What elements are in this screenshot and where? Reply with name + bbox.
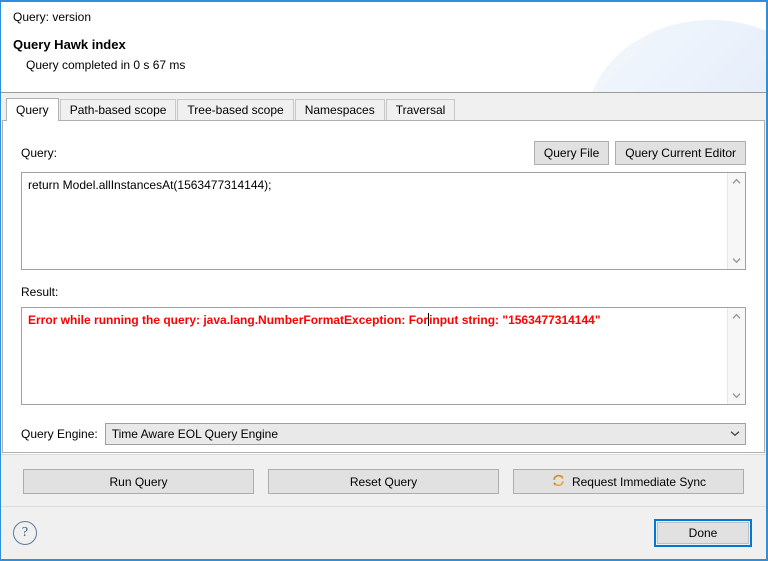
scroll-up-icon[interactable] [728,308,745,325]
done-button-focus-ring: Done [654,518,752,547]
result-error-text-after-caret: input string: "1563477314144" [429,313,601,327]
scroll-down-icon[interactable] [728,252,745,269]
result-output[interactable]: Error while running the query: java.lang… [21,307,746,405]
help-icon[interactable]: ? [13,520,37,545]
sync-icon [551,473,566,491]
query-header-row: Query: Query File Query Current Editor [21,121,746,165]
dialog-footer: ? Done [1,506,766,559]
tab-traversal[interactable]: Traversal [385,99,456,121]
done-button[interactable]: Done [657,521,749,544]
scroll-down-icon[interactable] [728,387,745,404]
page-title: Query Hawk index [13,37,126,52]
scroll-up-icon[interactable] [728,173,745,190]
request-sync-label: Request Immediate Sync [571,474,707,489]
tab-path-based-scope[interactable]: Path-based scope [59,99,177,121]
result-output-scrollbar[interactable] [727,308,745,404]
query-hawk-dialog: Query: version Query Hawk index Query co… [0,0,768,561]
query-input[interactable]: return Model.allInstancesAt(156347731414… [21,172,746,270]
query-engine-row: Query Engine: Time Aware EOL Query Engin… [21,405,746,445]
tab-traversal-label: Traversal [395,103,446,117]
tab-path-based-scope-label: Path-based scope [69,103,167,117]
query-source-buttons: Query File Query Current Editor [533,141,746,165]
chevron-down-icon [725,429,745,439]
tab-namespaces[interactable]: Namespaces [294,99,385,121]
query-input-scrollbar[interactable] [727,173,745,269]
tab-tree-based-scope[interactable]: Tree-based scope [177,99,294,121]
run-query-label: Run Query [109,474,168,489]
query-current-editor-button[interactable]: Query Current Editor [615,141,746,165]
status-text: Query completed in 0 s 67 ms [26,58,186,72]
tab-folder: Query Path-based scope Tree-based scope … [1,93,766,121]
query-label: Query: [21,146,58,160]
result-error-text-before-caret: Error while running the query: java.lang… [28,313,429,327]
footer-separator [1,506,766,507]
tab-namespaces-label: Namespaces [304,103,375,117]
query-engine-select[interactable]: Time Aware EOL Query Engine [104,423,746,445]
tab-query[interactable]: Query [6,98,59,121]
run-query-button[interactable]: Run Query [23,469,254,494]
tab-tree-based-scope-label: Tree-based scope [187,103,284,117]
query-input-text: return Model.allInstancesAt(156347731414… [28,178,272,192]
tab-query-label: Query [16,103,49,117]
tab-strip: Query Path-based scope Tree-based scope … [1,98,766,121]
result-label: Result: [21,285,59,299]
query-engine-selected-value: Time Aware EOL Query Engine [111,427,279,441]
query-file-button[interactable]: Query File [533,141,610,165]
query-engine-label: Query Engine: [21,427,98,441]
request-immediate-sync-button[interactable]: Request Immediate Sync [513,469,744,494]
reset-query-button[interactable]: Reset Query [268,469,499,494]
reset-query-label: Reset Query [349,474,418,489]
result-output-text: Error while running the query: java.lang… [22,308,745,332]
banner-subtitle: Query: version [13,10,92,24]
query-tab-panel: Query: Query File Query Current Editor r… [2,120,765,453]
action-button-bar: Run Query Reset Query Request Immediate … [1,455,766,506]
dialog-banner: Query: version Query Hawk index Query co… [1,2,766,93]
